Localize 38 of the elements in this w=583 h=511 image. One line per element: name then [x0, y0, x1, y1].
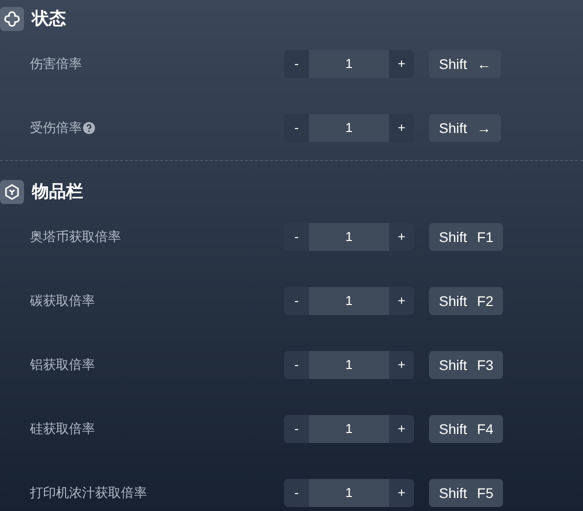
increment-button[interactable]: + [389, 479, 414, 507]
value-field[interactable]: 1 [309, 223, 389, 251]
hotkey-button[interactable]: Shift ← [429, 50, 502, 78]
decrement-button[interactable]: - [284, 479, 309, 507]
section-title: 物品栏 [32, 181, 83, 204]
setting-label: 铝获取倍率 [30, 356, 95, 374]
setting-label: 受伤倍率 [30, 119, 82, 138]
clover-icon [0, 7, 24, 31]
increment-button[interactable]: + [389, 351, 414, 379]
hotkey-button[interactable]: Shift F4 [429, 415, 504, 443]
hotkey-button[interactable]: Shift → [429, 114, 502, 142]
increment-button[interactable]: + [389, 114, 414, 142]
increment-button[interactable]: + [389, 50, 414, 78]
value-field[interactable]: 1 [309, 287, 389, 315]
increment-button[interactable]: + [389, 223, 414, 251]
decrement-button[interactable]: - [284, 351, 309, 379]
decrement-button[interactable]: - [284, 287, 309, 315]
decrement-button[interactable]: - [284, 415, 309, 443]
value-field[interactable]: 1 [309, 50, 389, 78]
decrement-button[interactable]: - [284, 114, 309, 142]
hotkey-button[interactable]: Shift F5 [429, 479, 504, 507]
value-field[interactable]: 1 [309, 114, 389, 142]
setting-label: 伤害倍率 [30, 55, 82, 74]
setting-label: 奥塔币获取倍率 [30, 228, 121, 246]
value-field[interactable]: 1 [309, 351, 389, 379]
section-title: 状态 [32, 8, 66, 30]
hotkey-button[interactable]: Shift F1 [429, 223, 504, 251]
increment-button[interactable]: + [389, 287, 414, 315]
increment-button[interactable]: + [389, 415, 414, 443]
value-field[interactable]: 1 [309, 479, 389, 507]
decrement-button[interactable]: - [284, 50, 309, 78]
setting-label: 打印机浓汁获取倍率 [30, 484, 147, 502]
hotkey-button[interactable]: Shift F3 [429, 351, 504, 379]
hotkey-button[interactable]: Shift F2 [429, 287, 504, 315]
setting-label: 碳获取倍率 [30, 292, 95, 310]
setting-label: 硅获取倍率 [30, 420, 95, 438]
decrement-button[interactable]: - [284, 223, 309, 251]
value-field[interactable]: 1 [309, 415, 389, 443]
